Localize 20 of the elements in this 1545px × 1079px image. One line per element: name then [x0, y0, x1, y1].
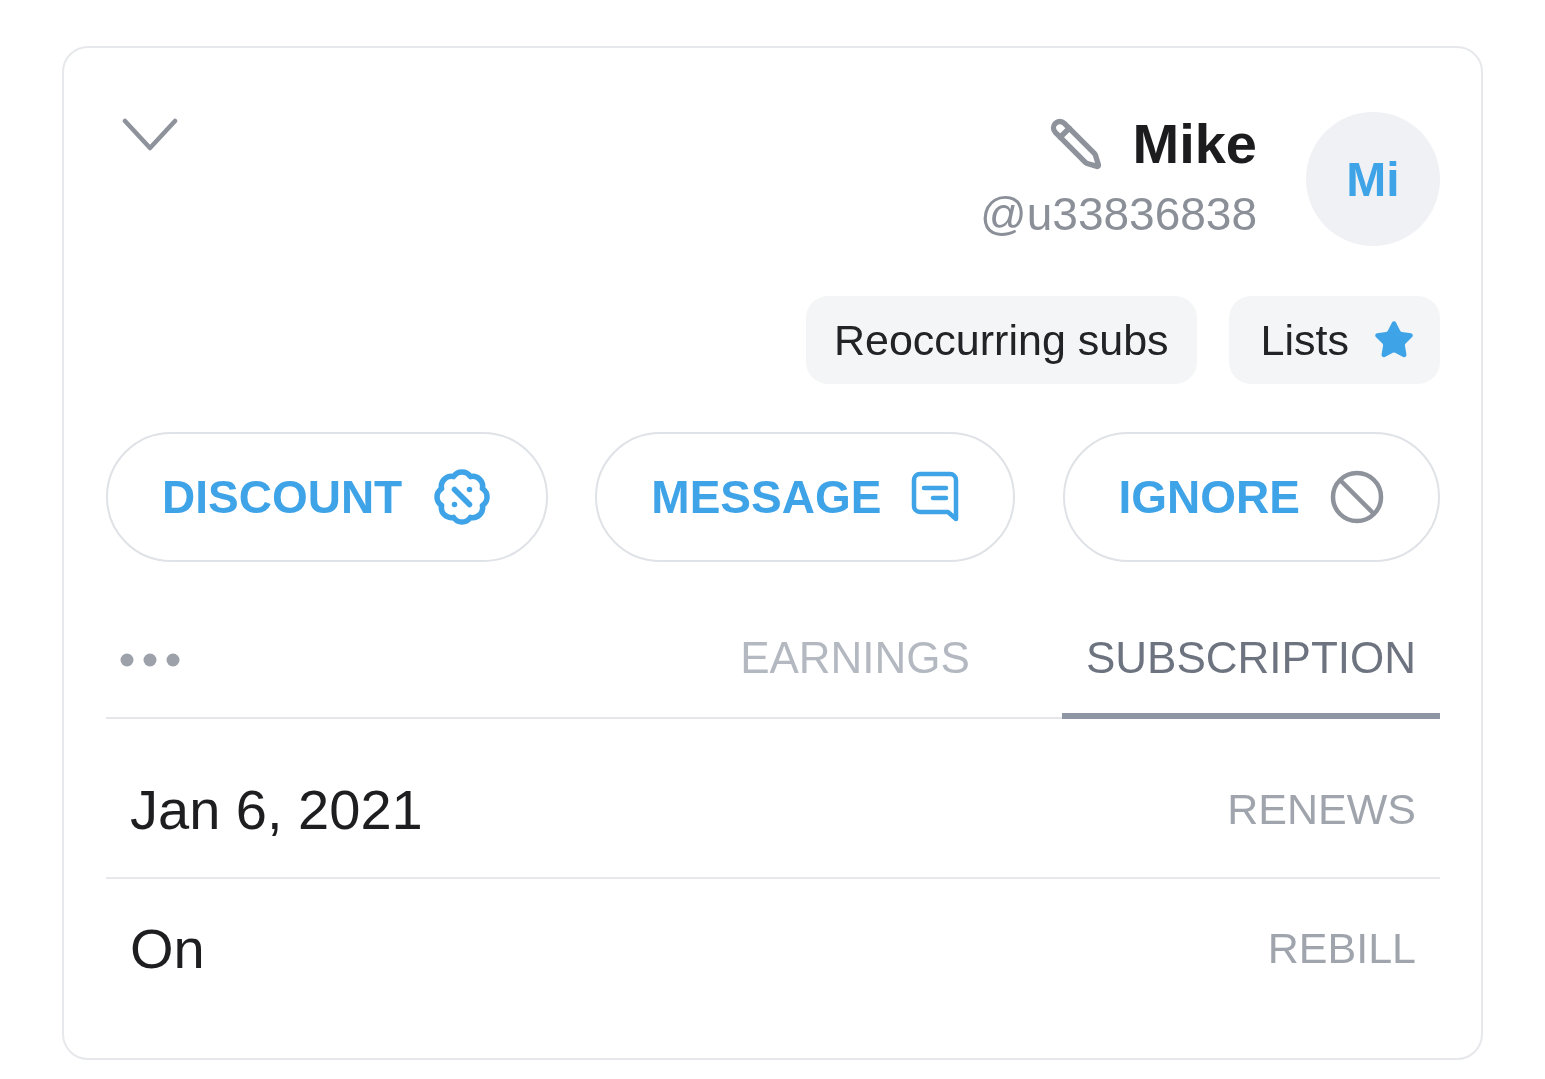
- detail-label: RENEWS: [1227, 784, 1416, 834]
- tab[interactable]: SUBSCRIPTION: [1061, 602, 1440, 719]
- user-name: Mike: [1132, 112, 1257, 176]
- list-tag[interactable]: Reoccurring subs: [806, 296, 1197, 384]
- tab[interactable]: EARNINGS: [716, 602, 994, 719]
- avatar: Mi: [1306, 112, 1440, 246]
- ignore-button[interactable]: IGNORE: [1062, 432, 1440, 562]
- chevron-down-icon[interactable]: [122, 118, 178, 152]
- detail-value: Jan 6, 2021: [130, 776, 423, 842]
- discount-button[interactable]: DISCOUNT: [106, 432, 549, 562]
- ban-icon: [1330, 470, 1384, 524]
- pencil-icon[interactable]: [1048, 117, 1103, 171]
- detail-label: REBILL: [1267, 923, 1416, 973]
- user-handle: @u33836838: [980, 187, 1257, 242]
- list-tag[interactable]: Lists: [1228, 296, 1440, 384]
- discount-badge-icon: [432, 467, 493, 527]
- more-icon[interactable]: [120, 652, 180, 667]
- detail-value: On: [130, 915, 205, 981]
- message-button[interactable]: MESSAGE: [595, 432, 1016, 562]
- message-icon: [911, 471, 960, 523]
